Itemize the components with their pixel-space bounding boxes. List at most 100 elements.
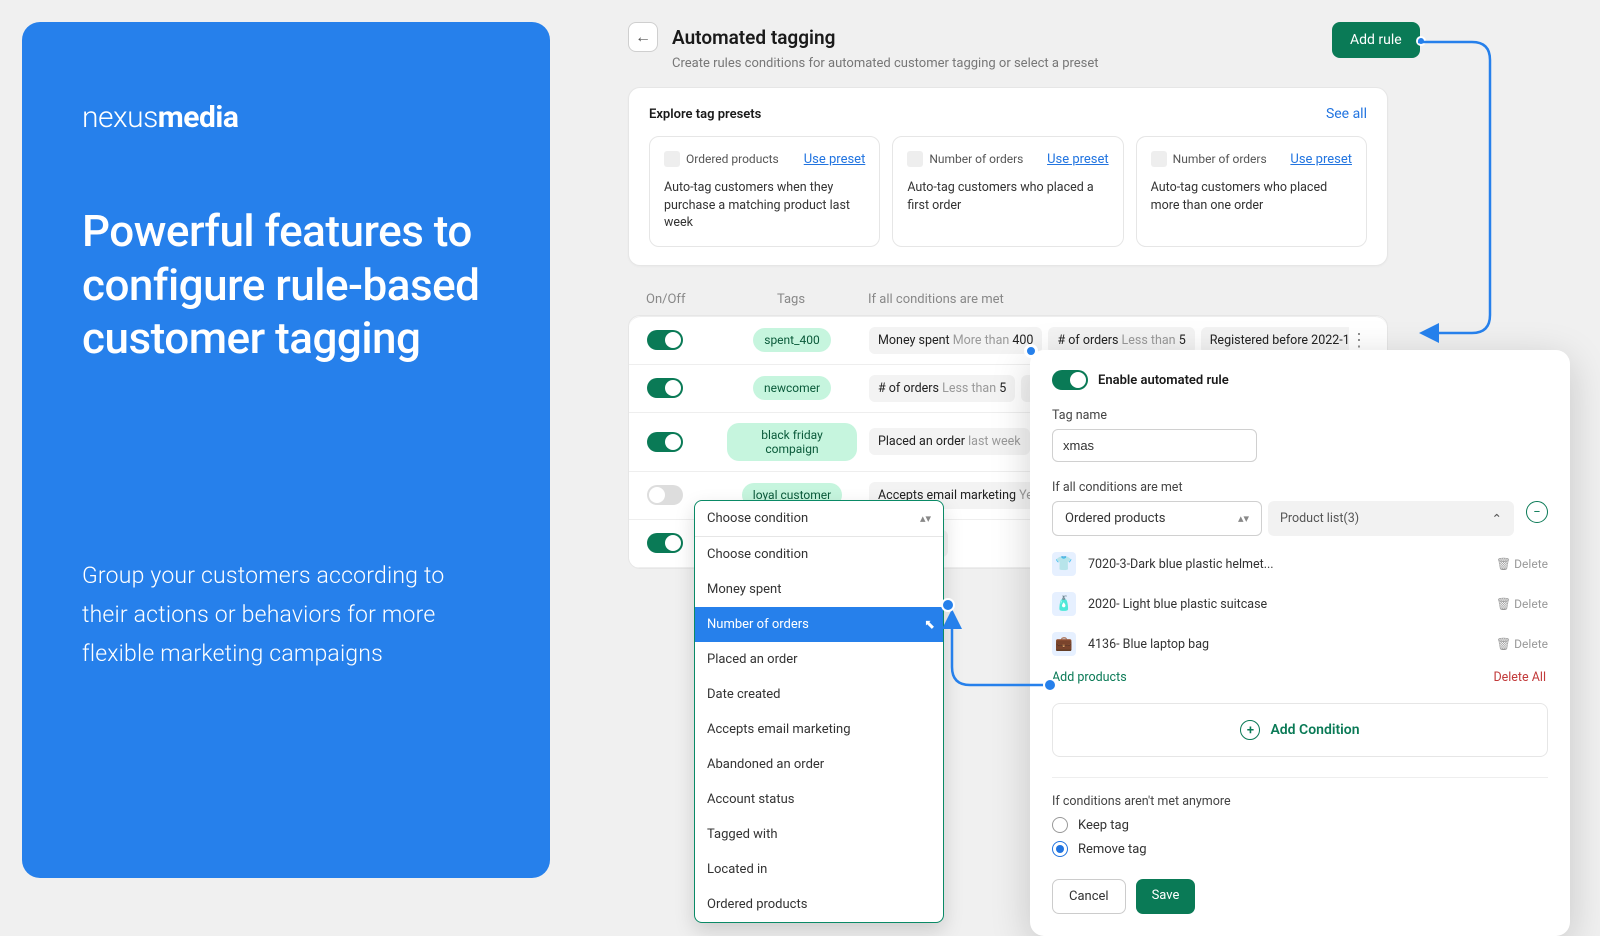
conditions-label: If all conditions are met (1052, 480, 1548, 495)
preset-name: Number of orders (907, 151, 1023, 167)
condition-dropdown[interactable]: Choose condition ▴▾ Choose conditionMone… (694, 500, 944, 923)
remove-tag-label: Remove tag (1078, 842, 1147, 857)
condition-type-value: Ordered products (1065, 511, 1165, 526)
add-products-link[interactable]: Add products (1052, 670, 1127, 685)
chevron-up-icon: ⌃ (1492, 511, 1502, 527)
unmet-label: If conditions aren't met anymore (1052, 794, 1548, 809)
preset-card: Ordered products Use preset Auto-tag cus… (649, 136, 880, 247)
preset-description: Auto-tag customers who placed a first or… (907, 179, 1108, 214)
tag-pill: spent_400 (753, 328, 831, 352)
promo-headline: Powerful features to configure rule-base… (82, 205, 490, 366)
rule-toggle[interactable] (647, 330, 683, 350)
product-name: 4136- Blue laptop bag (1088, 637, 1209, 652)
tag-name-label: Tag name (1052, 408, 1548, 423)
product-row: 💼 4136- Blue laptop bag 🗑 Delete (1052, 624, 1548, 664)
product-thumb-icon: 👕 (1052, 552, 1076, 576)
preset-card: Number of orders Use preset Auto-tag cus… (1136, 136, 1367, 247)
page-title: Automated tagging (672, 26, 835, 49)
tag-name-input[interactable] (1052, 429, 1257, 462)
add-condition-label: Add Condition (1270, 722, 1359, 738)
back-button[interactable]: ← (628, 22, 658, 52)
remove-tag-option[interactable]: Remove tag (1052, 841, 1548, 857)
preset-icon (1151, 151, 1167, 167)
rule-toggle[interactable] (647, 485, 683, 505)
product-row: 🧴 2020- Light blue plastic suitcase 🗑 De… (1052, 584, 1548, 624)
see-all-link[interactable]: See all (1326, 106, 1367, 122)
product-row: 👕 7020-3-Dark blue plastic helmet... 🗑 D… (1052, 544, 1548, 584)
dropdown-option[interactable]: Abandoned an order (695, 747, 943, 782)
dropdown-option[interactable]: Ordered products (695, 887, 943, 922)
col-toggle: On/Off (646, 292, 726, 307)
preset-name: Ordered products (664, 151, 779, 167)
add-condition-button[interactable]: + Add Condition (1052, 703, 1548, 757)
dropdown-option[interactable]: Money spent (695, 572, 943, 607)
add-rule-button[interactable]: Add rule (1332, 22, 1420, 58)
dropdown-option[interactable]: Account status (695, 782, 943, 817)
col-conditions: If all conditions are met (856, 292, 1370, 307)
preset-icon (907, 151, 923, 167)
rule-toggle[interactable] (647, 432, 683, 452)
page-subtitle: Create rules conditions for automated cu… (672, 56, 1388, 71)
row-menu-button[interactable]: ⋮ (1349, 330, 1369, 351)
product-list-value: Product list(3) (1280, 511, 1359, 526)
tag-pill: black friday compaign (727, 423, 857, 461)
delete-product-link[interactable]: 🗑 Delete (1496, 597, 1548, 611)
use-preset-link[interactable]: Use preset (1047, 152, 1109, 167)
product-name: 2020- Light blue plastic suitcase (1088, 597, 1267, 612)
cursor-icon: ⬉ (924, 617, 935, 632)
condition-chip: Money spent More than 400 (869, 327, 1042, 354)
select-arrows-icon: ▴▾ (1238, 512, 1249, 525)
use-preset-link[interactable]: Use preset (1290, 152, 1352, 167)
delete-product-link[interactable]: 🗑 Delete (1496, 637, 1548, 651)
keep-tag-option[interactable]: Keep tag (1052, 817, 1548, 833)
col-tags: Tags (726, 292, 856, 307)
product-list-select[interactable]: Product list(3) ⌃ (1268, 501, 1514, 536)
dropdown-option[interactable]: Tagged with (695, 817, 943, 852)
tag-pill: newcomer (753, 376, 831, 400)
preset-description: Auto-tag customers who placed more than … (1151, 179, 1352, 214)
plus-icon: + (1240, 720, 1260, 740)
rule-editor-panel: Enable automated rule Tag name If all co… (1030, 350, 1570, 936)
dropdown-option[interactable]: Date created (695, 677, 943, 712)
brand-bold: media (158, 100, 239, 135)
remove-condition-button[interactable]: − (1526, 501, 1548, 523)
rules-header: On/Off Tags If all conditions are met (628, 282, 1388, 315)
product-name: 7020-3-Dark blue plastic helmet... (1088, 557, 1274, 572)
brand-light: nexus (82, 100, 158, 135)
annotation-dot-icon (1416, 36, 1426, 46)
product-thumb-icon: 💼 (1052, 632, 1076, 656)
select-arrows-icon: ▴▾ (920, 512, 931, 525)
enable-rule-label: Enable automated rule (1098, 373, 1229, 388)
annotation-dot-icon (1024, 344, 1038, 358)
save-button[interactable]: Save (1136, 879, 1196, 914)
enable-rule-toggle[interactable] (1052, 370, 1088, 390)
condition-chip: Placed an order last week (869, 428, 1030, 455)
delete-product-link[interactable]: 🗑 Delete (1496, 557, 1548, 571)
rule-toggle[interactable] (647, 378, 683, 398)
product-list: 👕 7020-3-Dark blue plastic helmet... 🗑 D… (1052, 544, 1548, 664)
dropdown-header-label: Choose condition (707, 511, 808, 526)
delete-all-link[interactable]: Delete All (1493, 670, 1546, 685)
cancel-button[interactable]: Cancel (1052, 879, 1126, 914)
preset-name: Number of orders (1151, 151, 1267, 167)
dropdown-option[interactable]: Accepts email marketing (695, 712, 943, 747)
keep-tag-label: Keep tag (1078, 818, 1129, 833)
condition-chip: # of orders Less than 5 (869, 375, 1015, 402)
presets-card: Explore tag presets See all Ordered prod… (628, 87, 1388, 266)
dropdown-option[interactable]: Number of orders⬉ (695, 607, 943, 642)
dropdown-option[interactable]: Choose condition (695, 537, 943, 572)
dropdown-header[interactable]: Choose condition ▴▾ (695, 501, 943, 537)
radio-checked-icon (1052, 841, 1068, 857)
dropdown-option[interactable]: Placed an order (695, 642, 943, 677)
divider (1052, 777, 1548, 778)
preset-description: Auto-tag customers when they purchase a … (664, 179, 865, 232)
dropdown-option[interactable]: Located in (695, 852, 943, 887)
brand-logo: nexusmedia (82, 100, 490, 135)
rule-toggle[interactable] (647, 533, 683, 553)
radio-icon (1052, 817, 1068, 833)
promo-panel: nexusmedia Powerful features to configur… (22, 22, 550, 878)
preset-icon (664, 151, 680, 167)
preset-card: Number of orders Use preset Auto-tag cus… (892, 136, 1123, 247)
use-preset-link[interactable]: Use preset (804, 152, 866, 167)
condition-type-select[interactable]: Ordered products ▴▾ (1052, 501, 1262, 536)
